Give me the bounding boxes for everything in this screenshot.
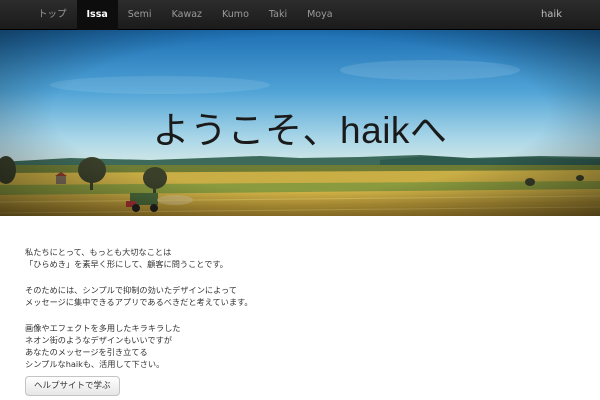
nav-item-moya[interactable]: Moya — [297, 0, 342, 30]
text-line: 「ひらめき」を素早く形にして、顧客に問うことです。 — [25, 259, 228, 269]
top-navbar: トップ Issa Semi Kawaz Kumo Taki Moya haik — [0, 0, 600, 30]
intro-text: 私たちにとって、もっとも大切なことは 「ひらめき」を素早く形にして、顧客に問うこ… — [25, 246, 545, 384]
nav-item-issa[interactable]: Issa — [76, 0, 118, 30]
nav-menu: トップ Issa Semi Kawaz Kumo Taki Moya — [28, 0, 343, 30]
paragraph: 画像やエフェクトを多用したキラキラした ネオン街のようなデザインもいいですが あ… — [25, 322, 545, 370]
text-line: メッセージに集中できるアプリであるべきだと考えています。 — [25, 297, 253, 307]
nav-item-kawaz[interactable]: Kawaz — [162, 0, 212, 30]
text-line: あなたのメッセージを引き立てる — [25, 347, 148, 357]
text-line: ネオン街のようなデザインもいいですが — [25, 335, 172, 345]
text-line: 私たちにとって、もっとも大切なことは — [25, 247, 172, 257]
nav-item-taki[interactable]: Taki — [259, 0, 297, 30]
nav-item-top[interactable]: トップ — [28, 0, 77, 30]
hero-banner: ようこそ、haikへ — [0, 30, 600, 216]
nav-item-semi[interactable]: Semi — [118, 0, 162, 30]
help-site-button[interactable]: ヘルプサイトで学ぶ — [25, 376, 120, 396]
hero-title: ようこそ、haikへ — [152, 110, 448, 151]
paragraph: そのためには、シンプルで抑制の効いたデザインによって メッセージに集中できるアプ… — [25, 284, 545, 308]
paragraph: 私たちにとって、もっとも大切なことは 「ひらめき」を素早く形にして、顧客に問うこ… — [25, 246, 545, 270]
text-line: シンプルなhaikも、活用して下さい。 — [25, 359, 165, 369]
text-line: そのためには、シンプルで抑制の効いたデザインによって — [25, 285, 237, 295]
text-line: 画像やエフェクトを多用したキラキラした — [25, 323, 181, 333]
nav-item-kumo[interactable]: Kumo — [212, 0, 259, 30]
brand-link[interactable]: haik — [541, 0, 562, 30]
